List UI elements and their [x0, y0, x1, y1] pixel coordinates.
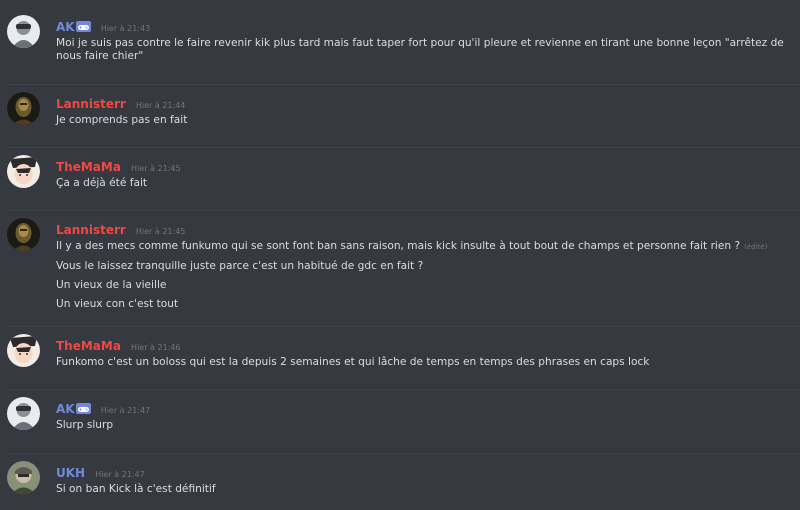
message-header: TheMaMa Hier à 21:46: [56, 335, 181, 353]
avatar[interactable]: [7, 218, 40, 251]
avatar[interactable]: [7, 334, 40, 367]
divider: [8, 210, 800, 211]
avatar[interactable]: [7, 92, 40, 125]
username[interactable]: TheMaMa: [56, 339, 121, 353]
username[interactable]: UKH: [56, 466, 85, 480]
divider: [8, 147, 800, 148]
timestamp: Hier à 21:44: [135, 101, 186, 110]
timestamp: Hier à 21:47: [100, 406, 151, 415]
message-text: Je comprends pas en fait: [56, 114, 188, 126]
divider: [8, 453, 800, 454]
message-header: AK Hier à 21:43: [56, 16, 151, 34]
avatar[interactable]: [7, 461, 40, 494]
message-header: UKH Hier à 21:47: [56, 462, 145, 480]
message-text-content: Il y a des mecs comme funkumo qui se son…: [56, 240, 741, 252]
controller-badge-icon: [75, 17, 91, 32]
username[interactable]: AK: [56, 402, 75, 416]
controller-badge-icon: [75, 399, 91, 414]
message-header: Lannisterr Hier à 21:44: [56, 93, 186, 111]
message-header: Lannisterr Hier à 21:45: [56, 219, 186, 237]
message-text: Vous le laissez tranquille juste parce c…: [56, 260, 424, 272]
message-text: Un vieux de la vieille: [56, 279, 167, 291]
timestamp: Hier à 21:43: [100, 24, 151, 33]
timestamp: Hier à 21:45: [131, 164, 181, 173]
chat-messages[interactable]: AK Hier à 21:43 Moi je suis pas contre l…: [0, 0, 800, 510]
message-text: Si on ban Kick là c'est définitif: [56, 483, 216, 495]
message-text: Il y a des mecs comme funkumo qui se son…: [56, 237, 786, 257]
message-text: Ça a déjà été fait: [56, 177, 148, 189]
message-text: Moi je suis pas contre le faire revenir …: [56, 37, 784, 62]
timestamp: Hier à 21:47: [95, 470, 145, 479]
username[interactable]: Lannisterr: [56, 97, 126, 111]
divider: [8, 84, 800, 85]
edited-tag: (édité): [744, 243, 768, 251]
message-header: AK Hier à 21:47: [56, 398, 151, 416]
message-text: Un vieux con c'est tout: [56, 298, 179, 310]
divider: [8, 389, 800, 390]
message-text: Slurp slurp: [56, 419, 114, 431]
username[interactable]: Lannisterr: [56, 223, 126, 237]
username[interactable]: TheMaMa: [56, 160, 121, 174]
avatar[interactable]: [7, 397, 40, 430]
message-text: Funkomo c'est un boloss qui est la depui…: [56, 356, 650, 368]
avatar[interactable]: [7, 15, 40, 48]
timestamp: Hier à 21:46: [131, 343, 181, 352]
timestamp: Hier à 21:45: [135, 227, 186, 236]
divider: [8, 326, 800, 327]
message-header: TheMaMa Hier à 21:45: [56, 156, 181, 174]
username[interactable]: AK: [56, 20, 75, 34]
avatar[interactable]: [7, 155, 40, 188]
